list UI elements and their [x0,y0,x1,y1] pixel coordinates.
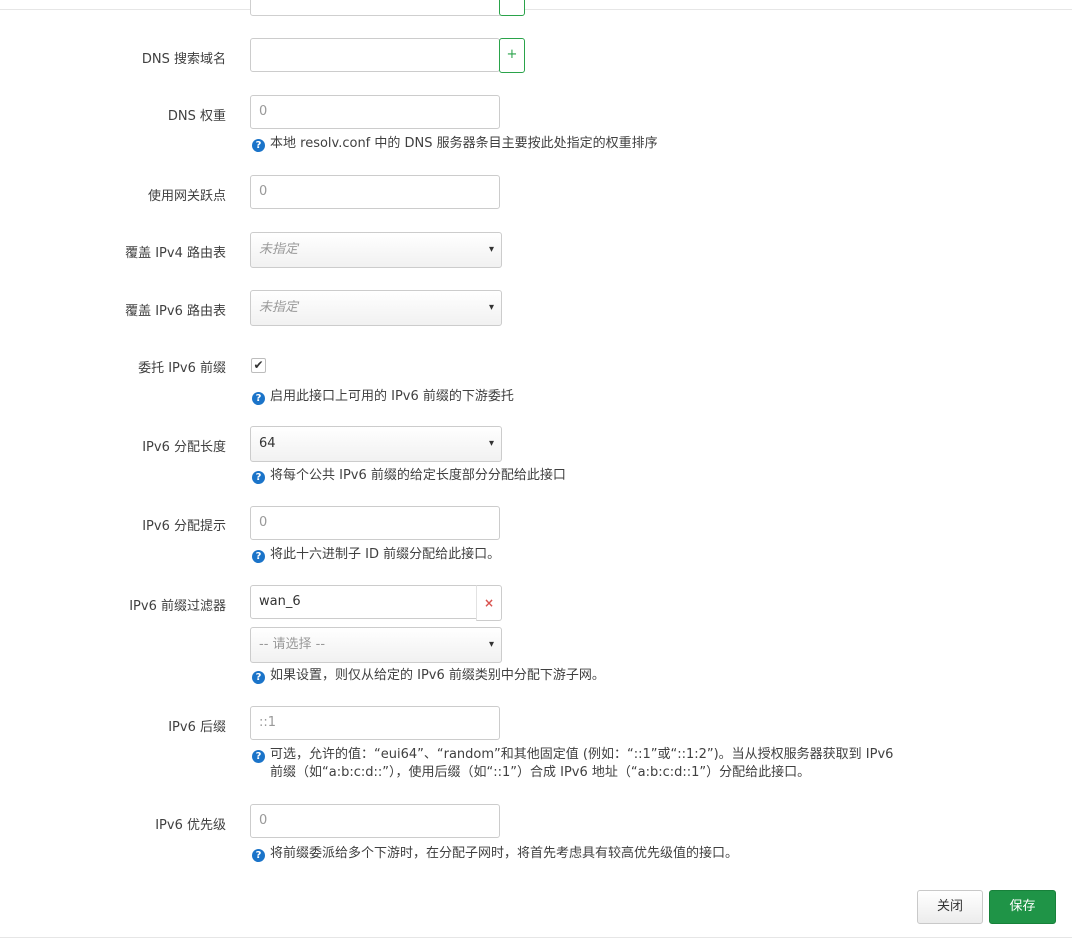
help-icon: ? [252,139,265,152]
delegate-label: 委托 IPv6 前缀 [138,361,226,376]
prefix-filter-select[interactable]: -- 请选择 -- ▾ [250,627,502,663]
prefix-filter-label: IPv6 前缀过滤器 [129,599,226,614]
prefix-filter-help-text: 如果设置，则仅从给定的 IPv6 前缀类别中分配下游子网。 [270,668,605,683]
delegate-checkbox[interactable]: ✔ [251,358,266,373]
close-button[interactable]: 关闭 [917,890,983,924]
suffix-input[interactable]: ::1 [250,706,500,740]
gateway-metric-input[interactable]: 0 [250,175,500,209]
dns-weight-help-text: 本地 resolv.conf 中的 DNS 服务器条目主要按此处指定的权重排序 [270,136,658,151]
chevron-down-icon: ▾ [488,302,494,313]
save-button[interactable]: 保存 [989,890,1056,924]
help-icon: ? [252,471,265,484]
ipv6-table-select[interactable]: 未指定 ▾ [250,290,502,326]
help-icon: ? [252,550,265,563]
suffix-label: IPv6 后缀 [168,720,226,735]
dns-search-label: DNS 搜索域名 [141,52,226,67]
close-icon[interactable]: × [476,585,502,621]
priority-input[interactable]: 0 [250,804,500,838]
assign-length-help: ? 将每个公共 IPv6 前缀的给定长度部分分配给此接口 [252,467,566,485]
priority-help: ? 将前缀委派给多个下游时，在分配子网时，将首先考虑具有较高优先级值的接口。 [252,845,738,863]
gateway-metric-label: 使用网关跃点 [147,189,226,204]
dns-weight-help: ? 本地 resolv.conf 中的 DNS 服务器条目主要按此处指定的权重排序 [252,135,658,153]
dns-weight-input[interactable]: 0 [250,95,500,129]
chevron-down-icon: ▾ [488,639,494,650]
suffix-help: ? 可选，允许的值：“eui64”、“random”和其他固定值 (例如：“::1… [252,746,1062,782]
chevron-down-icon: ▾ [488,244,494,255]
delegate-help: ? 启用此接口上可用的 IPv6 前缀的下游委托 [252,388,514,406]
ipv4-table-label: 覆盖 IPv4 路由表 [125,246,226,261]
previous-field-add-button[interactable] [499,0,525,16]
assign-length-select[interactable]: 64 ▾ [250,426,502,462]
assign-length-help-text: 将每个公共 IPv6 前缀的给定长度部分分配给此接口 [270,468,566,483]
ipv4-table-select[interactable]: 未指定 ▾ [250,232,502,268]
ipv6-table-label: 覆盖 IPv6 路由表 [125,304,226,319]
prefix-filter-help: ? 如果设置，则仅从给定的 IPv6 前缀类别中分配下游子网。 [252,667,605,685]
top-divider [0,9,1072,10]
dns-weight-label: DNS 权重 [167,109,226,124]
ipv6-table-value: 未指定 [259,300,299,315]
help-icon: ? [252,849,265,862]
prefix-filter-value[interactable]: wan_6 [250,585,477,619]
suffix-help-line1: 可选，允许的值：“eui64”、“random”和其他固定值 (例如：“::1”… [270,747,894,762]
dns-search-input[interactable] [250,38,500,72]
ipv4-table-value: 未指定 [259,242,299,257]
assign-hint-help: ? 将此十六进制子 ID 前缀分配给此接口。 [252,546,500,564]
help-icon: ? [252,750,265,763]
suffix-help-line2: 前缀（如“a:b:c:d::”），使用后缀（如“::1”）合成 IPv6 地址（… [270,765,811,780]
assign-hint-label: IPv6 分配提示 [142,519,226,534]
prefix-filter-select-value: -- 请选择 -- [259,637,326,652]
assign-hint-input[interactable]: 0 [250,506,500,540]
help-icon: ? [252,671,265,684]
delegate-help-text: 启用此接口上可用的 IPv6 前缀的下游委托 [270,389,514,404]
assign-hint-help-text: 将此十六进制子 ID 前缀分配给此接口。 [270,547,501,562]
bottom-divider [0,937,1072,938]
assign-length-value: 64 [259,436,276,451]
previous-field-input[interactable] [250,0,502,16]
priority-label: IPv6 优先级 [155,818,226,833]
assign-length-label: IPv6 分配长度 [142,440,226,455]
chevron-down-icon: ▾ [488,438,494,449]
help-icon: ? [252,392,265,405]
priority-help-text: 将前缀委派给多个下游时，在分配子网时，将首先考虑具有较高优先级值的接口。 [270,846,739,861]
dns-search-add-button[interactable]: + [499,38,525,73]
